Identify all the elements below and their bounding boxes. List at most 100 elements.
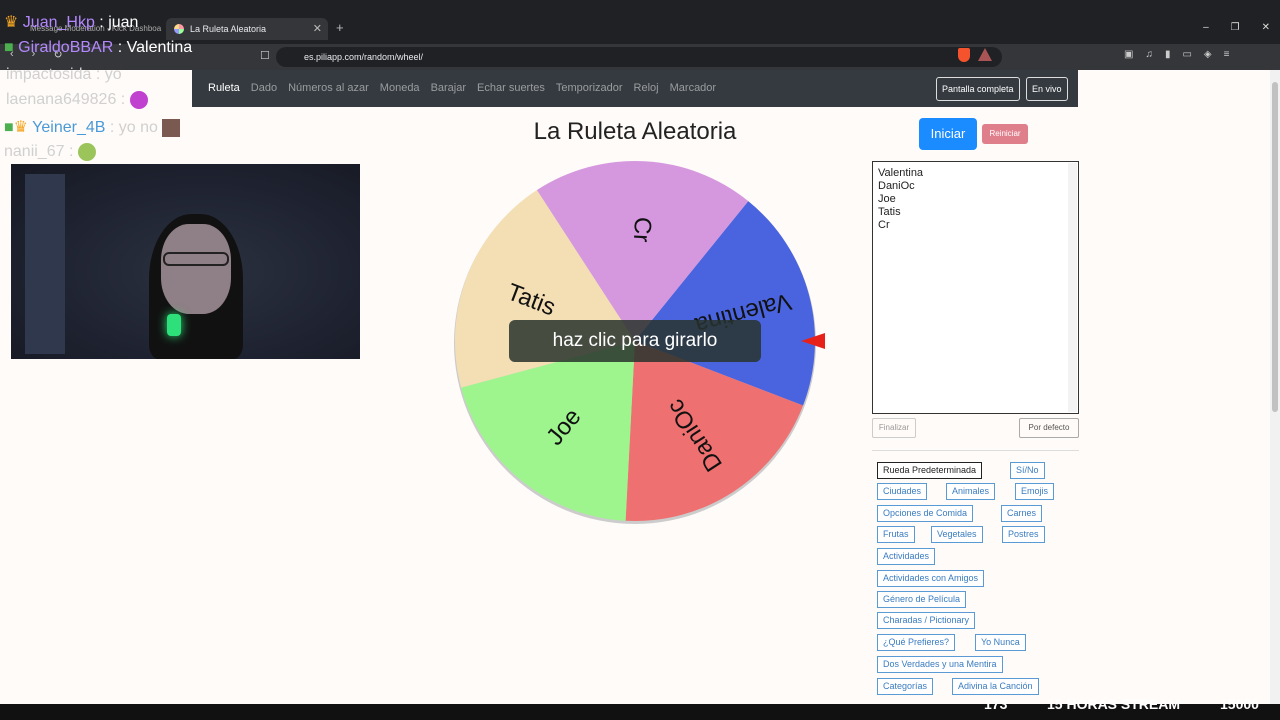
close-window-icon[interactable]: ✕	[1262, 22, 1270, 33]
chat-separator: :	[105, 119, 119, 136]
emote-icon	[129, 91, 148, 109]
nav-link-reloj[interactable]: Reloj	[634, 70, 659, 107]
chat-text: yo	[104, 66, 122, 83]
nav-link-numeros[interactable]: Números al azar	[288, 70, 369, 107]
default-button[interactable]: Por defecto	[1019, 418, 1079, 438]
names-textarea[interactable]: Valentina DaniOc Joe Tatis Cr	[872, 161, 1079, 414]
background-door	[25, 174, 65, 354]
preset-frutas[interactable]: Frutas	[877, 526, 915, 543]
chat-username: nanii_67	[4, 143, 65, 161]
fullscreen-button[interactable]: Pantalla completa	[936, 77, 1020, 101]
page-scroll-thumb[interactable]	[1272, 82, 1278, 412]
preset-actividades-amigos[interactable]: Actividades con Amigos	[877, 570, 985, 587]
minimize-icon[interactable]: –	[1203, 22, 1209, 33]
preset-si-no[interactable]: Sí/No	[1010, 462, 1045, 479]
brave-shield-icon[interactable]	[958, 48, 970, 62]
name-line: Tatis	[878, 206, 901, 218]
streamer-glasses	[163, 252, 229, 266]
brave-rewards-icon[interactable]	[978, 48, 992, 61]
chat-message: impactosida : yo	[6, 66, 122, 84]
chat-text: juan	[108, 14, 139, 31]
chat-separator: :	[113, 39, 127, 56]
preset-emojis[interactable]: Emojis	[1015, 483, 1055, 500]
chat-message: ■ GiraldoBBAR : Valentina	[4, 39, 192, 57]
preset-que-prefieres[interactable]: ¿Qué Prefieres?	[877, 634, 956, 651]
chat-username: Juan_Hkp	[22, 14, 95, 31]
new-tab-button[interactable]: +	[336, 20, 344, 35]
nav-link-echar-suertes[interactable]: Echar suertes	[477, 70, 545, 107]
name-line: Valentina	[878, 167, 924, 179]
chat-text: yo no	[118, 119, 158, 136]
preset-adivina-cancion[interactable]: Adivina la Canción	[952, 678, 1039, 695]
reset-button[interactable]: Reiniciar	[982, 124, 1028, 144]
nav-link-ruleta[interactable]: Ruleta	[208, 70, 240, 107]
tab-title: La Ruleta Aleatoria	[190, 24, 267, 34]
chat-message: nanii_67 :	[4, 143, 96, 161]
preset-dos-verdades[interactable]: Dos Verdades y una Mentira	[877, 656, 1003, 673]
menu-icon[interactable]: ≡	[1224, 49, 1230, 60]
nav-link-moneda[interactable]: Moneda	[380, 70, 420, 107]
nav-link-dado[interactable]: Dado	[251, 70, 277, 107]
name-line: Joe	[878, 193, 896, 205]
spin-prompt[interactable]: haz clic para girarlo	[509, 320, 761, 362]
preset-postres[interactable]: Postres	[1002, 526, 1045, 543]
preset-charadas[interactable]: Charadas / Pictionary	[877, 612, 976, 629]
music-icon[interactable]: ♫	[1145, 49, 1153, 60]
preset-carnes[interactable]: Carnes	[1001, 505, 1043, 522]
chat-separator: :	[64, 143, 78, 161]
chat-username: Yeiner_4B	[32, 119, 106, 136]
screenshot-icon[interactable]: ▣	[1124, 49, 1133, 60]
preset-vegetales[interactable]: Vegetales	[931, 526, 983, 543]
viewer-count: 173	[984, 696, 1008, 712]
emote-icon	[162, 118, 181, 137]
name-line: DaniOc	[878, 180, 915, 192]
stream-title: 15 HORAS STREAM	[1047, 696, 1181, 712]
vpn-icon[interactable]: ◈	[1204, 49, 1212, 60]
chat-username: impactosida	[6, 66, 92, 83]
preset-actividades[interactable]: Actividades	[877, 548, 936, 565]
preset-animales[interactable]: Animales	[946, 483, 996, 500]
textarea-scrollbar[interactable]	[1068, 163, 1077, 412]
brave-extensions	[958, 48, 992, 62]
preset-genero-pelicula[interactable]: Género de Película	[877, 591, 967, 608]
tab-ruleta[interactable]: La Ruleta Aleatoria ✕	[166, 18, 328, 40]
nav-link-marcador[interactable]: Marcador	[670, 70, 716, 107]
site-favicon-icon	[174, 24, 184, 34]
microphone-icon	[167, 314, 181, 336]
streamer-face	[161, 224, 231, 314]
finish-button[interactable]: Finalizar	[872, 418, 916, 438]
sidebar-icon[interactable]: ▮	[1165, 49, 1171, 60]
badge-icon: ■	[4, 39, 14, 56]
preset-rueda-predeterminada[interactable]: Rueda Predeterminada	[877, 462, 983, 479]
bookmark-icon[interactable]: ☐	[260, 49, 270, 62]
preset-categorias[interactable]: Categorías	[877, 678, 934, 695]
chat-message: ■♛ Yeiner_4B : yo no	[4, 117, 181, 137]
badge-icon: ■	[4, 119, 14, 136]
name-line: Cr	[878, 219, 890, 231]
divider	[872, 450, 1079, 451]
stream-goal: 15000	[1220, 696, 1259, 712]
close-tab-icon[interactable]: ✕	[313, 18, 322, 40]
window-controls: – ❐ ✕	[1203, 22, 1270, 33]
chat-message: laenana649826 :	[6, 91, 148, 109]
site-navbar: Ruleta Dado Números al azar Moneda Baraj…	[192, 70, 1078, 107]
toolbar-icons: ▣ ♫ ▮ ▭ ◈ ≡	[1124, 49, 1229, 60]
nav-link-barajar[interactable]: Barajar	[431, 70, 466, 107]
wheel-segment-label: Cr	[628, 216, 656, 243]
crown-icon: ♛	[4, 14, 19, 31]
maximize-icon[interactable]: ❐	[1231, 22, 1240, 33]
wallet-icon[interactable]: ▭	[1182, 49, 1191, 60]
page-title: La Ruleta Aleatoria	[533, 118, 737, 145]
chat-separator: :	[94, 14, 109, 31]
chat-username: GiraldoBBAR	[18, 39, 114, 56]
preset-ciudades[interactable]: Ciudades	[877, 483, 928, 500]
live-button[interactable]: En vivo	[1026, 77, 1068, 101]
url-bar[interactable]: es.piliapp.com/random/wheel/	[276, 47, 1002, 67]
start-button[interactable]: Iniciar	[919, 118, 977, 150]
chat-message: ♛ Juan_Hkp : juan	[4, 12, 138, 32]
chat-username: laenana649826	[6, 91, 117, 109]
nav-links: Ruleta Dado Números al azar Moneda Baraj…	[208, 70, 716, 107]
preset-yo-nunca[interactable]: Yo Nunca	[975, 634, 1026, 651]
nav-link-temporizador[interactable]: Temporizador	[556, 70, 623, 107]
preset-opciones-comida[interactable]: Opciones de Comida	[877, 505, 974, 522]
